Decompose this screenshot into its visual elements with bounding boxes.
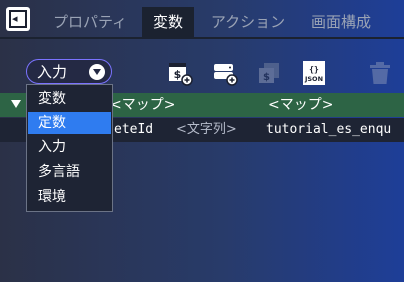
copy-variable-icon: $ <box>259 63 279 83</box>
tab-divider <box>0 37 404 39</box>
svg-text:JSON: JSON <box>304 75 323 83</box>
tab-actions[interactable]: アクション <box>198 7 298 38</box>
dropdown-option-input[interactable]: 入力 <box>28 136 111 158</box>
tab-variables[interactable]: 変数 <box>142 7 194 38</box>
variable-type-select[interactable]: 入力 <box>26 59 112 84</box>
dropdown-option-environment[interactable]: 環境 <box>28 186 111 208</box>
delete-variable-button[interactable] <box>367 60 391 84</box>
arrow-left-icon: ◂ <box>12 12 18 25</box>
add-variable-icon: $ <box>169 63 193 86</box>
dropdown-option-multilingual[interactable]: 多言語 <box>28 161 111 183</box>
back-to-panel-button[interactable]: ◂ <box>6 7 30 31</box>
dropdown-option-variable[interactable]: 変数 <box>28 88 111 110</box>
chevron-down-icon <box>89 64 105 80</box>
add-variable-button[interactable]: $ <box>167 60 193 86</box>
variable-type-value: 入力 <box>37 63 68 81</box>
variable-name: eteId <box>114 122 154 137</box>
variable-value: tutorial_es_enqu <box>266 122 392 137</box>
variable-type: <文字列> <box>176 122 237 137</box>
variable-type-dropdown: 変数 定数 入力 多言語 環境 <box>26 84 113 212</box>
tab-screen-layout[interactable]: 画面構成 <box>302 7 380 38</box>
svg-text:{}: {} <box>309 65 319 74</box>
trash-icon <box>370 62 390 84</box>
svg-text:$: $ <box>263 72 270 83</box>
tab-bar: ◂ プロパティ 変数 アクション 画面構成 <box>0 0 404 39</box>
add-database-variable-button[interactable] <box>212 60 238 86</box>
dropdown-option-constant[interactable]: 定数 <box>28 112 111 134</box>
map-type-label: <マップ> <box>110 97 176 113</box>
json-button[interactable]: {} JSON <box>301 60 325 85</box>
svg-text:$: $ <box>174 68 182 81</box>
collapse-triangle-icon[interactable] <box>11 100 21 108</box>
copy-variable-button[interactable]: $ <box>256 60 280 84</box>
add-database-icon <box>214 64 238 86</box>
tab-properties[interactable]: プロパティ <box>40 7 140 38</box>
map-value-label: <マップ> <box>268 97 334 113</box>
json-icon: {} JSON <box>303 61 325 85</box>
